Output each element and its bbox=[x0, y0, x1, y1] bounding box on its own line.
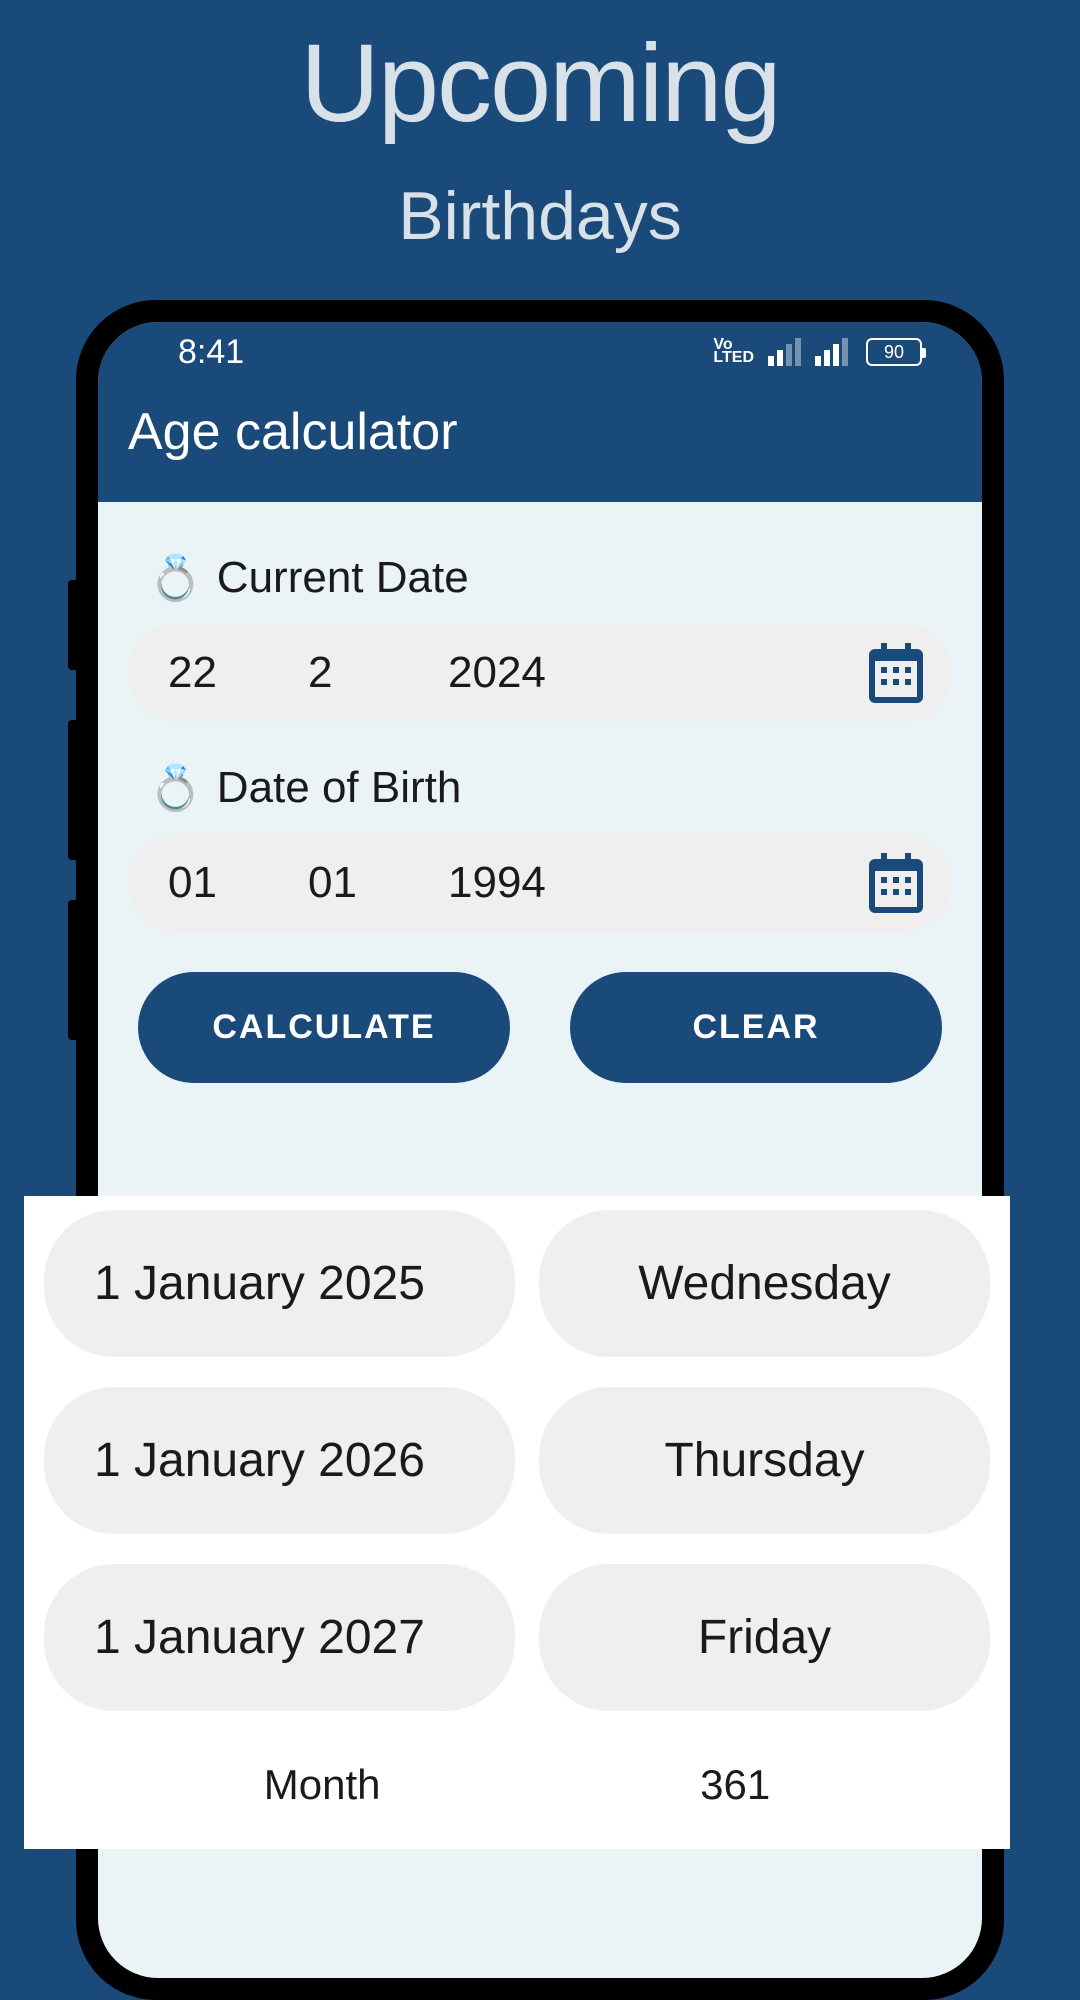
status-time: 8:41 bbox=[178, 333, 244, 372]
current-year[interactable]: 2024 bbox=[448, 648, 912, 698]
birthday-date: 1 January 2026 bbox=[44, 1387, 515, 1534]
birthday-date: 1 January 2027 bbox=[44, 1564, 515, 1711]
bottom-summary: Month 361 bbox=[44, 1741, 990, 1809]
phone-volume-down bbox=[68, 900, 78, 1040]
dob-label: Date of Birth bbox=[217, 763, 462, 813]
promo-title: Upcoming bbox=[0, 0, 1080, 147]
status-bar: 8:41 VoLTED 90 bbox=[98, 322, 982, 382]
birthday-day: Thursday bbox=[539, 1387, 990, 1534]
calendar-icon[interactable] bbox=[860, 847, 932, 919]
bottom-label: Month bbox=[264, 1761, 381, 1809]
upcoming-birthdays-panel: 1 January 2025 Wednesday 1 January 2026 … bbox=[24, 1196, 1010, 1849]
battery-icon: 90 bbox=[866, 338, 922, 366]
volte-icon: VoLTED bbox=[713, 339, 754, 365]
bottom-value: 361 bbox=[700, 1761, 770, 1809]
dob-day[interactable]: 01 bbox=[168, 858, 308, 908]
signal-bars-1-icon bbox=[768, 338, 801, 366]
birthday-row: 1 January 2025 Wednesday bbox=[44, 1210, 990, 1357]
clear-button[interactable]: CLEAR bbox=[570, 972, 942, 1083]
content-area: 💍 Current Date 22 2 2024 💍 Date of Birth bbox=[98, 502, 982, 1123]
current-date-input[interactable]: 22 2 2024 bbox=[128, 624, 952, 722]
birthday-row: 1 January 2026 Thursday bbox=[44, 1387, 990, 1534]
calendar-icon[interactable] bbox=[860, 637, 932, 709]
dob-field: 💍 Date of Birth 01 01 1994 bbox=[128, 752, 952, 932]
ring-icon: 💍 bbox=[148, 762, 203, 814]
phone-volume-up bbox=[68, 720, 78, 860]
ring-icon: 💍 bbox=[148, 552, 203, 604]
calculate-button[interactable]: CALCULATE bbox=[138, 972, 510, 1083]
dob-year[interactable]: 1994 bbox=[448, 858, 912, 908]
birthday-date: 1 January 2025 bbox=[44, 1210, 515, 1357]
current-day[interactable]: 22 bbox=[168, 648, 308, 698]
signal-bars-2-icon bbox=[815, 338, 848, 366]
birthday-day: Wednesday bbox=[539, 1210, 990, 1357]
status-icons: VoLTED 90 bbox=[713, 338, 922, 366]
current-month[interactable]: 2 bbox=[308, 648, 448, 698]
promo-subtitle: Birthdays bbox=[0, 177, 1080, 255]
dob-input[interactable]: 01 01 1994 bbox=[128, 834, 952, 932]
app-header: Age calculator bbox=[98, 382, 982, 502]
dob-month[interactable]: 01 bbox=[308, 858, 448, 908]
birthday-row: 1 January 2027 Friday bbox=[44, 1564, 990, 1711]
current-date-field: 💍 Current Date 22 2 2024 bbox=[128, 542, 952, 722]
birthday-day: Friday bbox=[539, 1564, 990, 1711]
current-date-label: Current Date bbox=[217, 553, 469, 603]
button-row: CALCULATE CLEAR bbox=[128, 972, 952, 1083]
phone-side-button bbox=[68, 580, 78, 670]
